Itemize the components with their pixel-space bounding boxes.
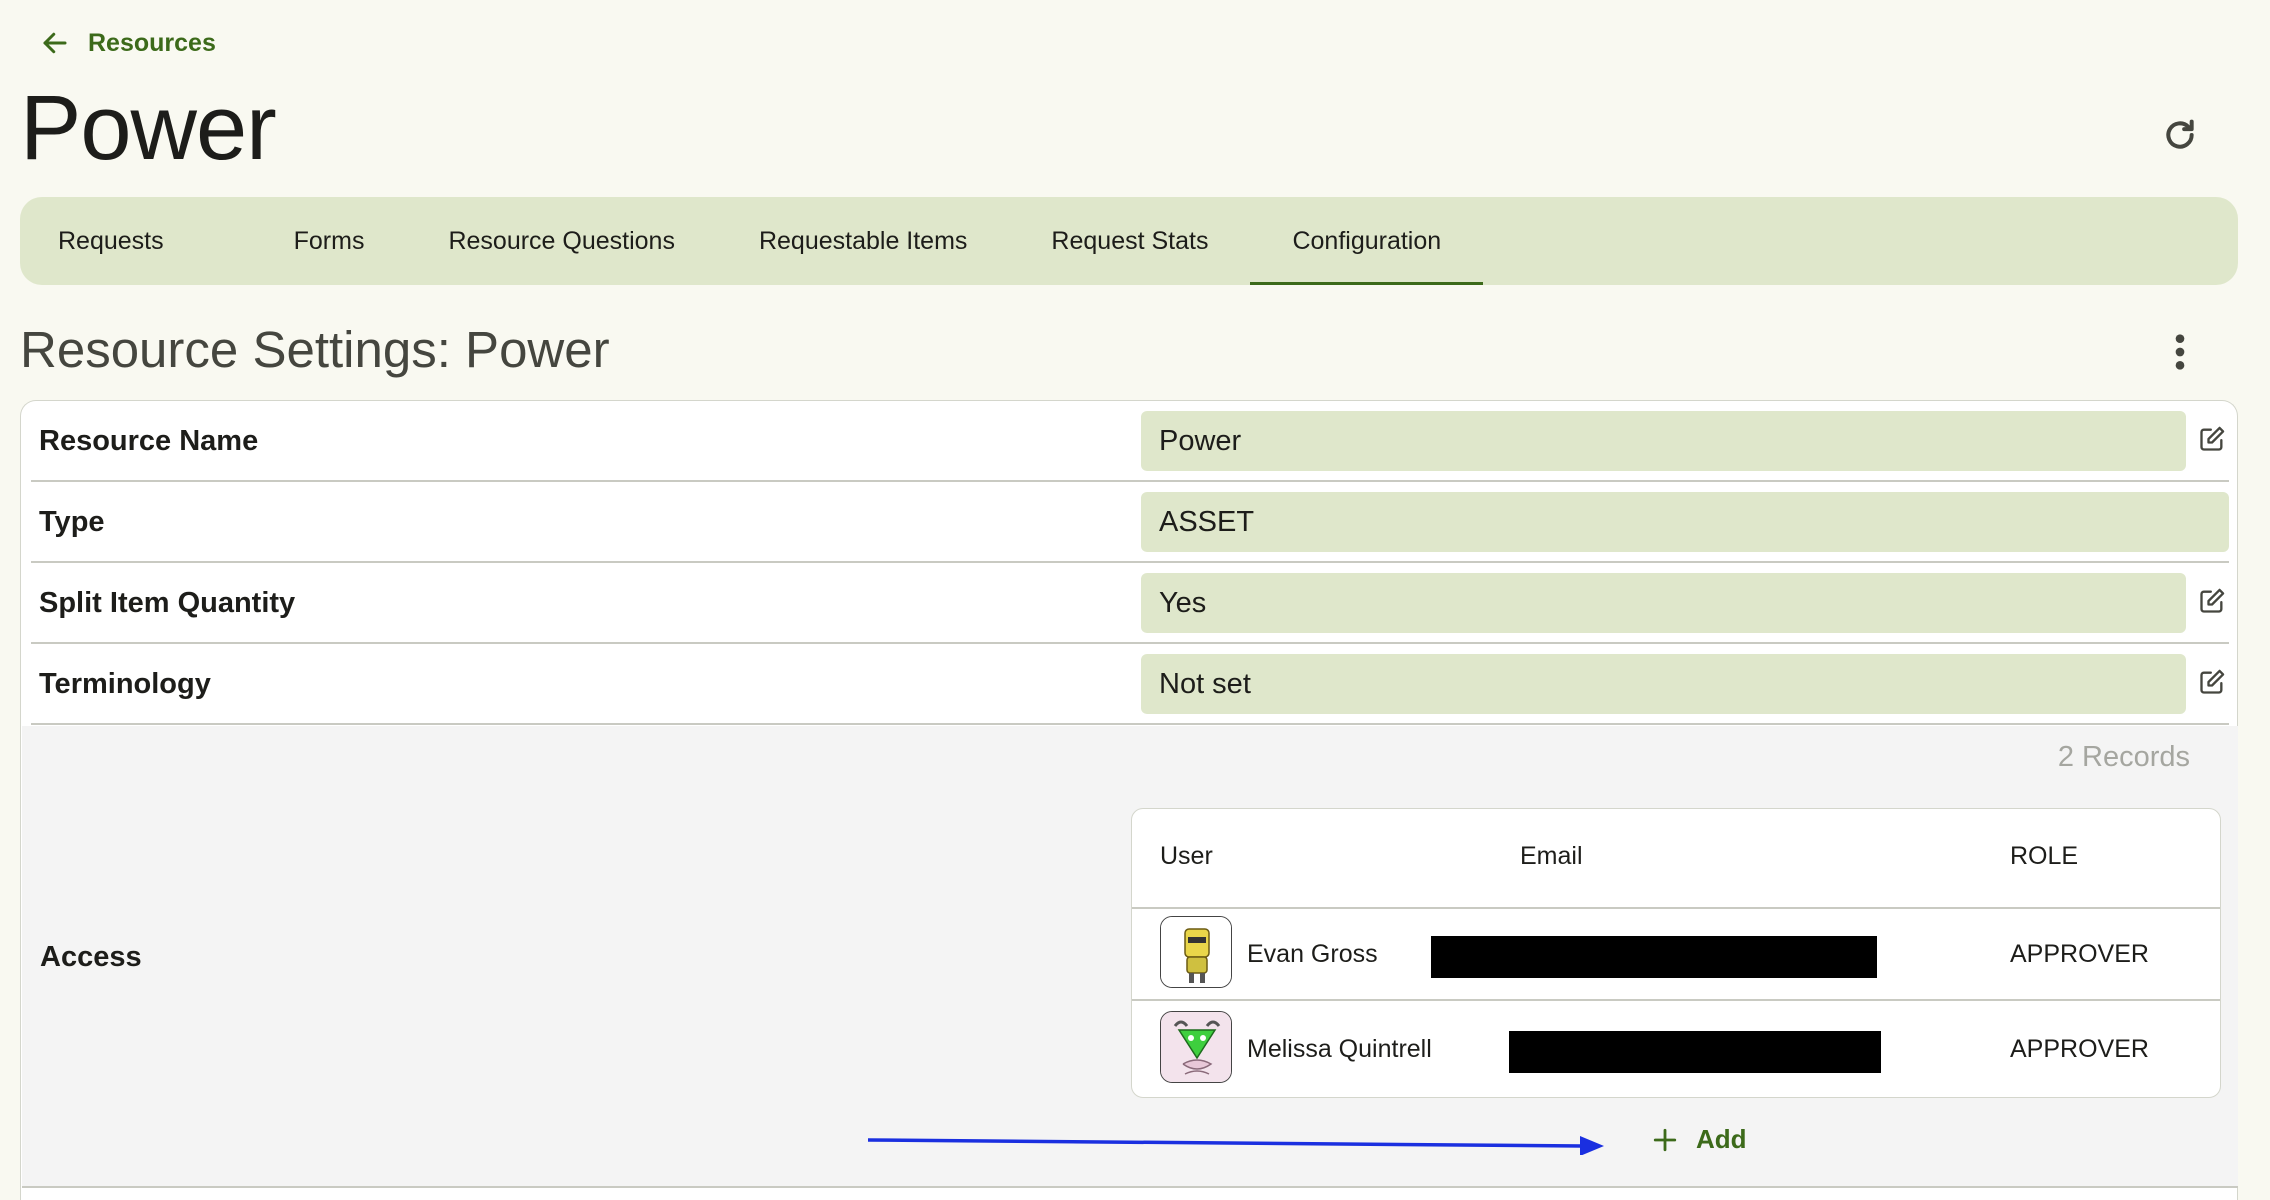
add-access-button[interactable]: Add	[1652, 1124, 1747, 1155]
back-to-resources-link[interactable]: Resources	[40, 28, 216, 58]
tab-configuration[interactable]: Configuration	[1250, 197, 1483, 285]
access-users-table: User Email ROLE Evan Gross APPROVER Meli…	[1131, 808, 2221, 1098]
back-link-label: Resources	[88, 28, 216, 57]
setting-value: ASSET	[1141, 492, 2229, 552]
setting-row-split-item-quantity: Split Item Quantity Yes	[31, 563, 2229, 644]
table-row[interactable]: Melissa Quintrell APPROVER	[1132, 1003, 2220, 1096]
tab-request-stats[interactable]: Request Stats	[1009, 197, 1250, 285]
setting-label: Type	[39, 506, 105, 538]
email-redacted	[1509, 1031, 1881, 1073]
records-count: 2 Records	[2057, 741, 2190, 773]
arrow-left-icon	[43, 32, 67, 54]
setting-row-resource-name: Resource Name Power	[31, 401, 2229, 482]
setting-row-terminology: Terminology Not set	[31, 644, 2229, 725]
access-label: Access	[40, 941, 142, 973]
user-name: Evan Gross	[1247, 940, 1378, 968]
tab-resource-questions[interactable]: Resource Questions	[406, 197, 717, 285]
user-name: Melissa Quintrell	[1247, 1035, 1432, 1063]
edit-icon[interactable]	[2198, 425, 2226, 453]
email-redacted	[1431, 936, 1877, 978]
refresh-icon[interactable]	[2160, 115, 2200, 155]
settings-card: Resource Name Power Type ASSET Split Ite…	[20, 400, 2238, 1200]
tab-requestable-items[interactable]: Requestable Items	[717, 197, 1009, 285]
edit-icon[interactable]	[2198, 587, 2226, 615]
table-row[interactable]: Evan Gross APPROVER	[1132, 908, 2220, 1001]
add-button-label: Add	[1696, 1124, 1747, 1154]
setting-label: Resource Name	[39, 425, 259, 457]
plus-icon	[1653, 1128, 1677, 1151]
user-role: APPROVER	[2010, 940, 2149, 968]
column-header-role: ROLE	[2010, 842, 2079, 870]
avatar	[1160, 1011, 1232, 1083]
tabs-bar: Requests Forms Resource Questions Reques…	[20, 197, 2238, 285]
section-title: Resource Settings: Power	[20, 321, 610, 378]
edit-icon[interactable]	[2198, 668, 2226, 696]
setting-row-access: Access 2 Records User Email ROLE Evan Gr…	[22, 726, 2238, 1188]
column-header-email: Email	[1520, 842, 1583, 870]
column-header-user: User	[1160, 842, 1213, 870]
user-role: APPROVER	[2010, 1035, 2149, 1063]
setting-value: Yes	[1141, 573, 2186, 633]
more-vertical-icon[interactable]	[2168, 332, 2192, 372]
setting-value: Power	[1141, 411, 2186, 471]
setting-label: Terminology	[39, 668, 211, 700]
setting-value: Not set	[1141, 654, 2186, 714]
tab-forms[interactable]: Forms	[252, 197, 407, 285]
tab-requests[interactable]: Requests	[58, 197, 252, 285]
page-title: Power	[20, 77, 277, 179]
annotation-arrow	[867, 1136, 1604, 1155]
avatar	[1160, 916, 1232, 988]
setting-row-type: Type ASSET	[31, 482, 2229, 563]
setting-label: Split Item Quantity	[39, 587, 296, 619]
